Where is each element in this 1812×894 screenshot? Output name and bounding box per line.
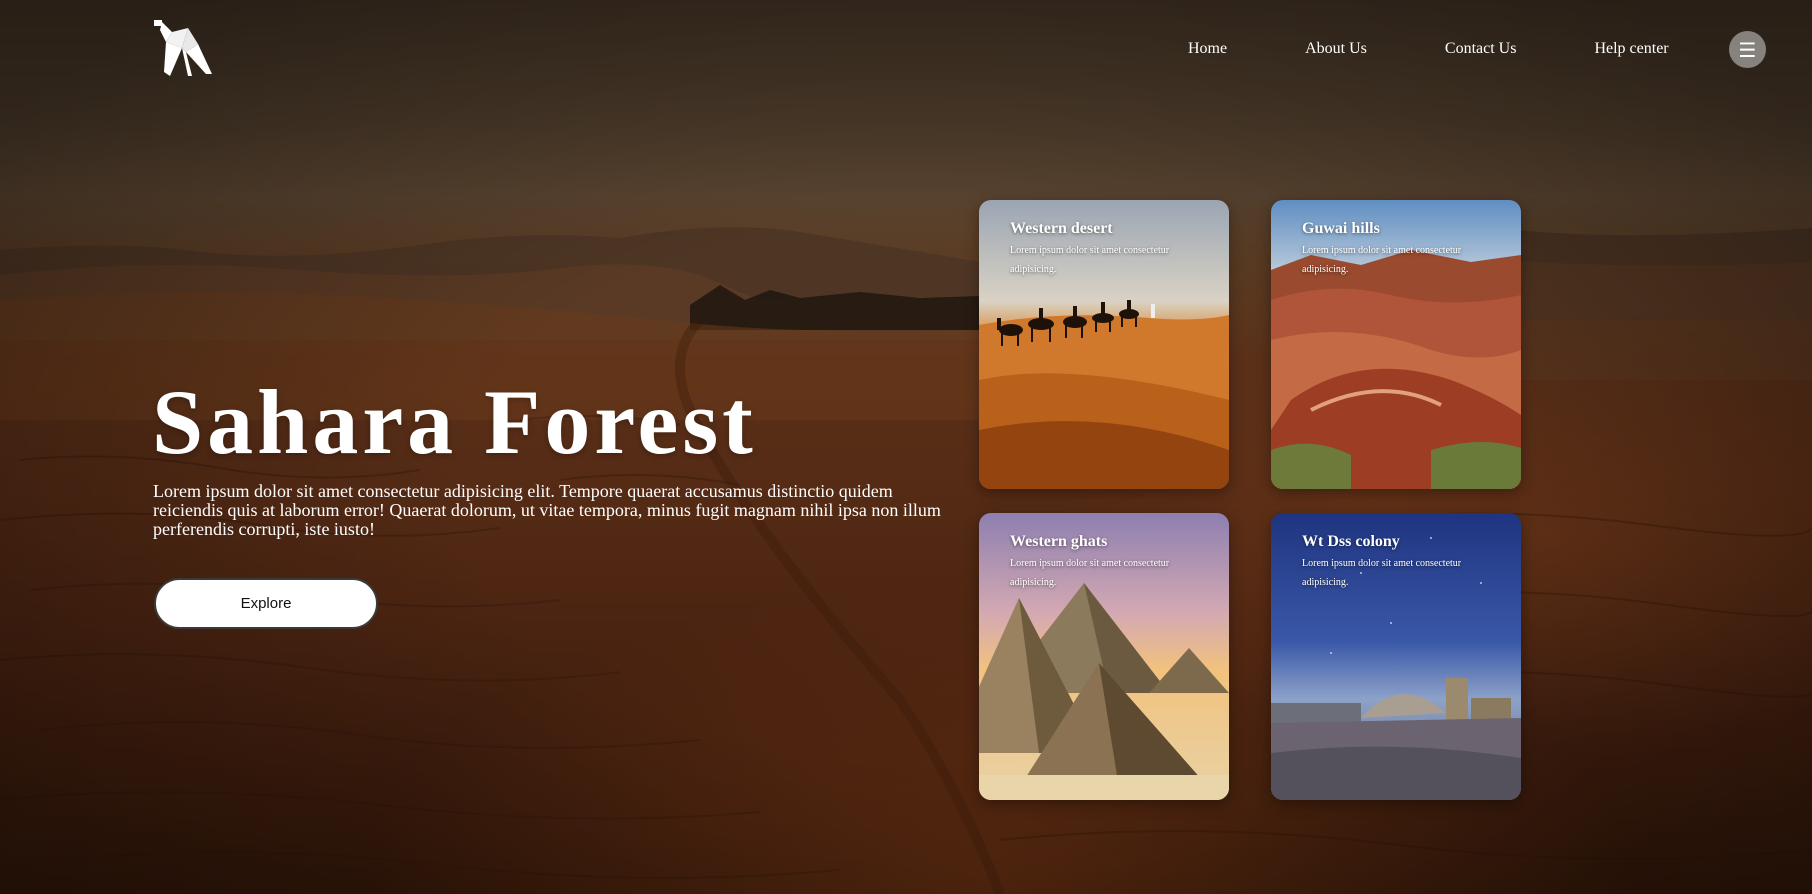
menu-icon: ☰ — [1738, 37, 1757, 62]
hero-title: Sahara Forest — [152, 371, 757, 473]
card-title: Wt Dss colony — [1302, 533, 1400, 550]
nav-home-link[interactable]: Home — [1188, 40, 1227, 58]
hero-description: Lorem ipsum dolor sit amet consectetur a… — [153, 481, 941, 539]
nav-help-center-link[interactable]: Help center — [1594, 40, 1668, 58]
card-description: Lorem ipsum dolor sit amet consectetur a… — [1302, 558, 1462, 588]
explore-button[interactable]: Explore — [154, 578, 378, 629]
hamburger-menu-button[interactable]: ☰ — [1729, 31, 1766, 68]
destination-card-guwai-hills[interactable]: Guwai hills Lorem ipsum dolor sit amet c… — [1271, 200, 1521, 489]
card-description: Lorem ipsum dolor sit amet consectetur a… — [1010, 245, 1170, 275]
card-title: Western desert — [1010, 220, 1113, 237]
card-description: Lorem ipsum dolor sit amet consectetur a… — [1010, 558, 1170, 588]
card-title: Guwai hills — [1302, 220, 1380, 237]
camel-logo-icon[interactable] — [150, 18, 220, 80]
main-nav: Home About Us Contact Us Help center — [1188, 40, 1669, 58]
destination-card-western-ghats[interactable]: Western ghats Lorem ipsum dolor sit amet… — [979, 513, 1229, 800]
destination-card-wt-dss-colony[interactable]: Wt Dss colony Lorem ipsum dolor sit amet… — [1271, 513, 1521, 800]
nav-contact-us-link[interactable]: Contact Us — [1445, 40, 1517, 58]
nav-about-us-link[interactable]: About Us — [1305, 40, 1367, 58]
card-title: Western ghats — [1010, 533, 1108, 550]
card-description: Lorem ipsum dolor sit amet consectetur a… — [1302, 245, 1462, 275]
destination-card-western-desert[interactable]: Western desert Lorem ipsum dolor sit ame… — [979, 200, 1229, 489]
